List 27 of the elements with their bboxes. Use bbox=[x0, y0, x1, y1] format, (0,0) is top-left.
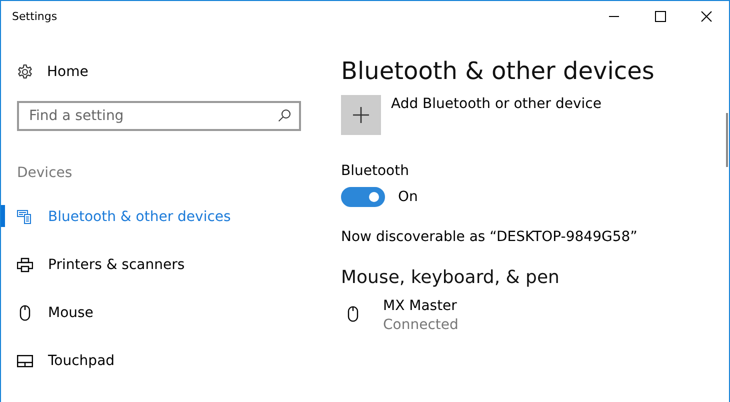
sidebar-item[interactable]: Printers & scanners bbox=[1, 241, 330, 289]
bluetooth-label: Bluetooth bbox=[341, 163, 410, 179]
window-title: Settings bbox=[11, 10, 58, 22]
device-item[interactable]: MX Master Connected bbox=[341, 298, 729, 333]
discoverable-text: Now discoverable as “DESKTOP-9849G58” bbox=[341, 229, 638, 245]
section-heading: Mouse, keyboard, & pen bbox=[341, 267, 560, 288]
sidebar-item[interactable]: Touchpad bbox=[1, 337, 330, 385]
maximize-icon bbox=[654, 10, 666, 22]
close-icon bbox=[700, 10, 712, 22]
mouse-icon bbox=[17, 305, 33, 321]
plus-icon bbox=[353, 107, 369, 123]
search-icon bbox=[278, 109, 291, 122]
printer-icon bbox=[17, 257, 33, 273]
search-field[interactable]: Find a setting bbox=[17, 101, 301, 131]
keyboard-device-icon bbox=[17, 209, 33, 225]
page-title: Bluetooth & other devices bbox=[341, 57, 656, 85]
sidebar-item[interactable]: Mouse bbox=[1, 289, 330, 337]
section-heading: Devices bbox=[17, 165, 74, 181]
toggle-state: On bbox=[398, 189, 418, 205]
add-device-label[interactable]: Add Bluetooth or other device bbox=[391, 96, 602, 112]
home-link[interactable]: Home bbox=[47, 64, 88, 80]
mouse-icon bbox=[345, 306, 361, 322]
bluetooth-toggle[interactable] bbox=[341, 187, 385, 207]
touchpad-icon bbox=[17, 353, 33, 369]
sidebar-item[interactable]: Bluetooth & other devices bbox=[1, 193, 330, 241]
settings-icon bbox=[17, 64, 33, 80]
scrollbar[interactable] bbox=[726, 113, 728, 167]
